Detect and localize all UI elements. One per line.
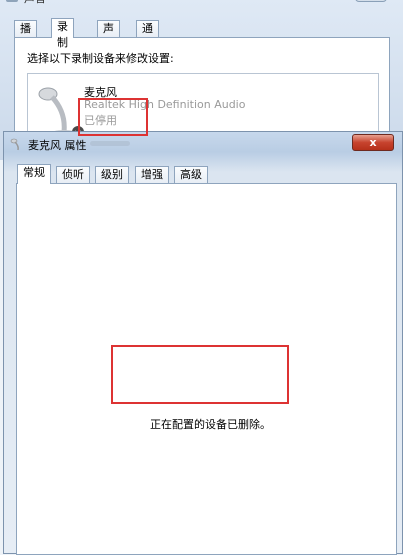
tab-communications[interactable]: 通信 xyxy=(136,20,159,51)
tab-playback[interactable]: 播放 xyxy=(14,20,37,51)
title-blur xyxy=(90,141,130,146)
tab-advanced[interactable]: 高级 xyxy=(174,166,208,183)
status-highlight-box xyxy=(78,98,148,136)
sound-close-button[interactable] xyxy=(355,0,387,2)
tab-enhancements[interactable]: 增强 xyxy=(135,166,169,183)
tab-sounds[interactable]: 声音 xyxy=(97,20,120,51)
properties-tab-strip: 常规 侦听 级别 增强 高级 xyxy=(17,164,397,184)
recording-instruction: 选择以下录制设备来修改设置: xyxy=(27,52,174,65)
tab-levels[interactable]: 级别 xyxy=(95,166,129,183)
tab-recording[interactable]: 录制 xyxy=(51,18,74,49)
message-highlight-box xyxy=(111,345,289,404)
tab-listen[interactable]: 侦听 xyxy=(56,166,90,183)
properties-titlebar[interactable]: 麦克风 属性 x xyxy=(4,132,402,156)
properties-window: 麦克风 属性 x 常规 侦听 级别 增强 高级 正在配置的设备已删除。 xyxy=(3,131,403,555)
sound-titlebar: 声音 xyxy=(0,0,403,6)
sound-window-title: 声音 xyxy=(24,0,46,6)
speaker-icon xyxy=(6,0,18,2)
properties-window-title: 麦克风 属性 xyxy=(28,139,87,152)
microphone-small-icon xyxy=(10,138,19,151)
device-removed-message: 正在配置的设备已删除。 xyxy=(150,418,271,431)
close-button[interactable]: x xyxy=(352,134,394,151)
tab-general[interactable]: 常规 xyxy=(17,164,51,184)
